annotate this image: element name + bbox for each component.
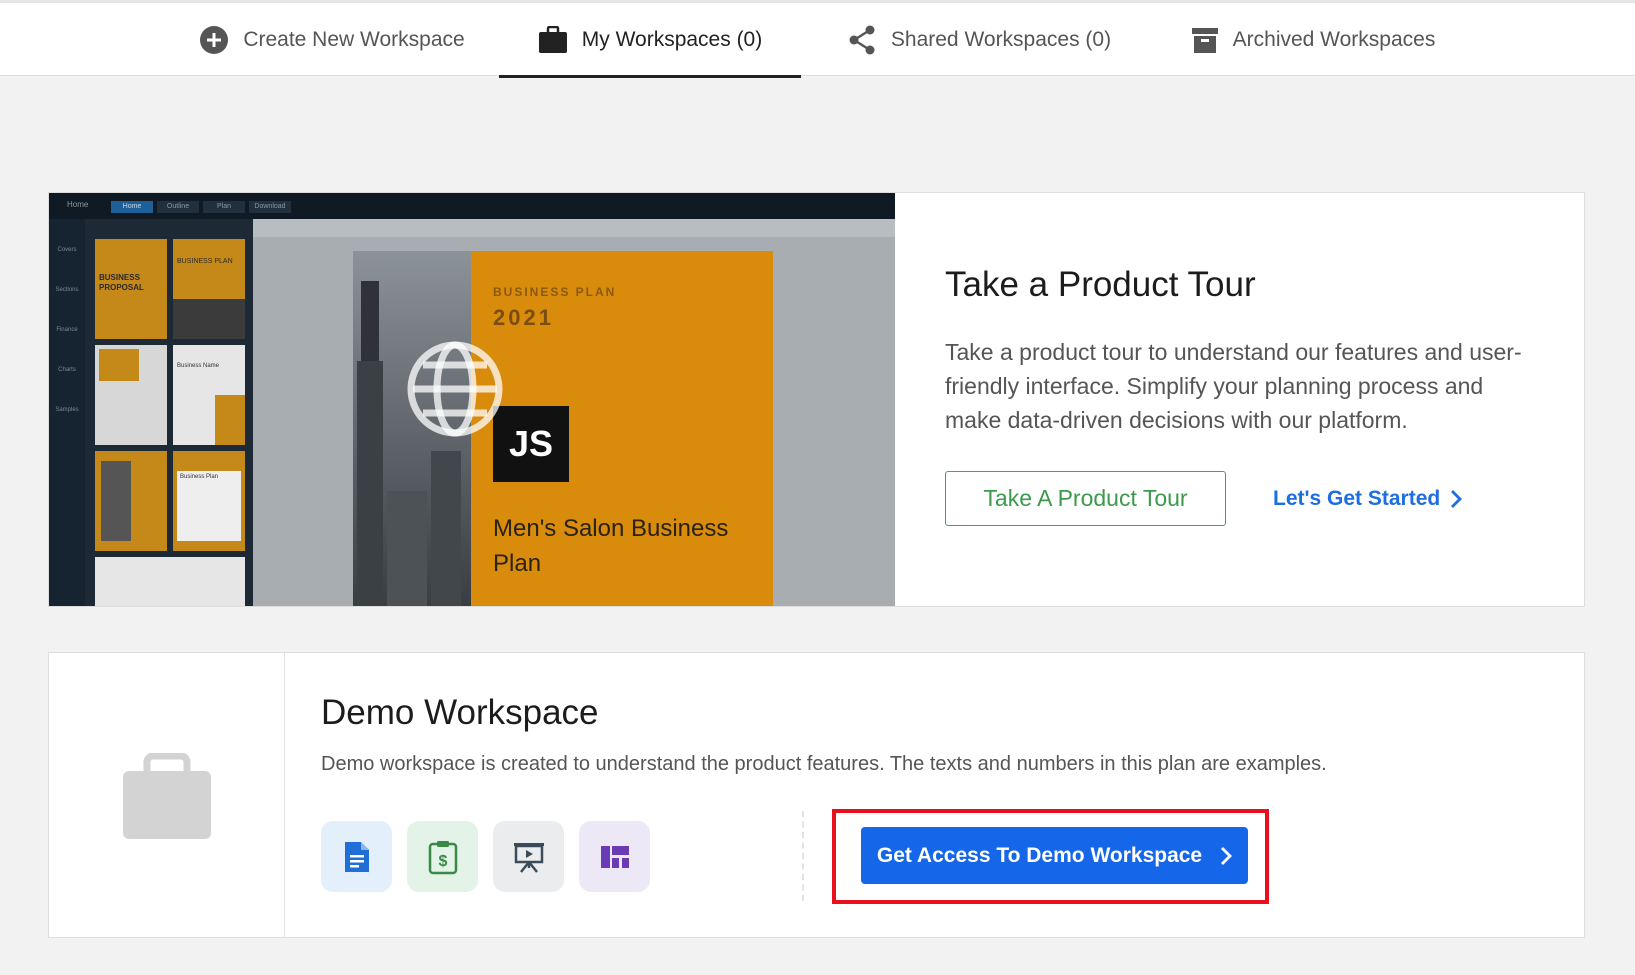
demo-icon-panel [49, 653, 285, 937]
tab-archived-workspaces[interactable]: Archived Workspaces [1183, 3, 1443, 76]
preview-thumbnail [95, 345, 167, 445]
preview-thumbnail-text: Business Name [177, 363, 220, 369]
demo-title: Demo Workspace [321, 693, 599, 732]
tab-create-new-workspace[interactable]: Create New Workspace [196, 3, 468, 76]
link-label: Let's Get Started [1273, 487, 1441, 510]
tab-label: My Workspaces (0) [581, 27, 763, 51]
product-tour-card: Home Home Outline Plan Download Covers S… [48, 192, 1585, 607]
preview-sidebar-item: Charts [58, 367, 76, 373]
archive-icon [1191, 27, 1218, 53]
share-icon [849, 25, 875, 54]
preview-sidebar-item: Samples [55, 407, 79, 413]
briefcase-icon [538, 25, 567, 53]
preview-thumbnail: Business Name [173, 345, 245, 445]
preview-sidebar: Covers Sections Finance Charts Samples [49, 219, 85, 606]
get-access-demo-workspace-button[interactable]: Get Access To Demo Workspace [861, 827, 1248, 884]
tour-title: Take a Product Tour [945, 265, 1256, 304]
tab-my-workspaces[interactable]: My Workspaces (0) [499, 3, 801, 78]
doc-kicker: BUSINESS PLAN [493, 285, 617, 299]
preview-tab: Home [67, 200, 89, 209]
preview-thumbnail: Business Plan [173, 451, 245, 551]
chevron-right-icon [1221, 846, 1233, 865]
preview-tab-active: Home [111, 201, 153, 213]
preview-thumbnail-text: Business Plan [180, 474, 219, 480]
preview-sidebar-item: Finance [56, 327, 78, 333]
demo-workspace-card: Demo Workspace Demo workspace is created… [48, 652, 1585, 938]
doc-year: 2021 [493, 305, 554, 330]
preview-thumbnail [95, 451, 167, 551]
preview-sidebar-item: Covers [57, 247, 77, 253]
take-product-tour-button[interactable]: Take A Product Tour [945, 471, 1226, 526]
document-icon [344, 841, 369, 872]
lets-get-started-link[interactable]: Let's Get Started [1273, 483, 1463, 515]
document-feature [321, 821, 392, 892]
svg-text:$: $ [438, 853, 447, 870]
tour-description: Take a product tour to understand our fe… [945, 339, 1522, 433]
doc-logo-text: JS [508, 423, 554, 464]
chevron-right-icon [1451, 490, 1463, 508]
tab-label: Archived Workspaces [1232, 27, 1436, 51]
plus-circle-icon [200, 25, 229, 54]
presentation-feature [493, 821, 564, 892]
preview-tab: Download [249, 201, 291, 213]
divider [802, 811, 804, 901]
tab-label: Create New Workspace [243, 27, 465, 51]
preview-thumbnail: BUSINESS PLAN [173, 239, 245, 339]
preview-tab: Outline [157, 201, 199, 213]
tab-label: Shared Workspaces (0) [890, 27, 1112, 51]
preview-top-bar: Home Home Outline Plan Download [49, 193, 895, 219]
preview-thumbnail: BUSINESS PROPOSAL [95, 239, 167, 339]
globe-icon [407, 341, 503, 437]
dashboard-icon [600, 845, 629, 868]
preview-sidebar-item: Sections [55, 287, 79, 293]
demo-description: Demo workspace is created to understand … [321, 753, 1327, 775]
preview-thumbnail-text: BUSINESS PROPOSAL [99, 273, 144, 292]
presentation-icon [513, 842, 544, 873]
briefcase-icon [123, 753, 211, 839]
product-tour-preview[interactable]: Home Home Outline Plan Download Covers S… [49, 193, 895, 606]
tab-shared-workspaces[interactable]: Shared Workspaces (0) [838, 3, 1120, 76]
dashboard-feature [579, 821, 650, 892]
financial-clipboard-icon: $ [428, 840, 457, 874]
doc-title: Men's Salon Business Plan [493, 515, 729, 577]
preview-thumbnail-panel: BUSINESS PROPOSAL BUSINESS PLAN Business… [85, 219, 253, 606]
financial-feature: $ [407, 821, 478, 892]
preview-thumbnail-text: BUSINESS PLAN [177, 258, 233, 265]
workspace-tab-bar: Create New Workspace My Workspaces (0) S… [0, 0, 1635, 78]
button-label: Get Access To Demo Workspace [876, 843, 1203, 867]
preview-canvas: BUSINESS PLAN 2021 JS Men's Salon Busine… [253, 219, 895, 606]
preview-tab: Plan [203, 201, 245, 213]
